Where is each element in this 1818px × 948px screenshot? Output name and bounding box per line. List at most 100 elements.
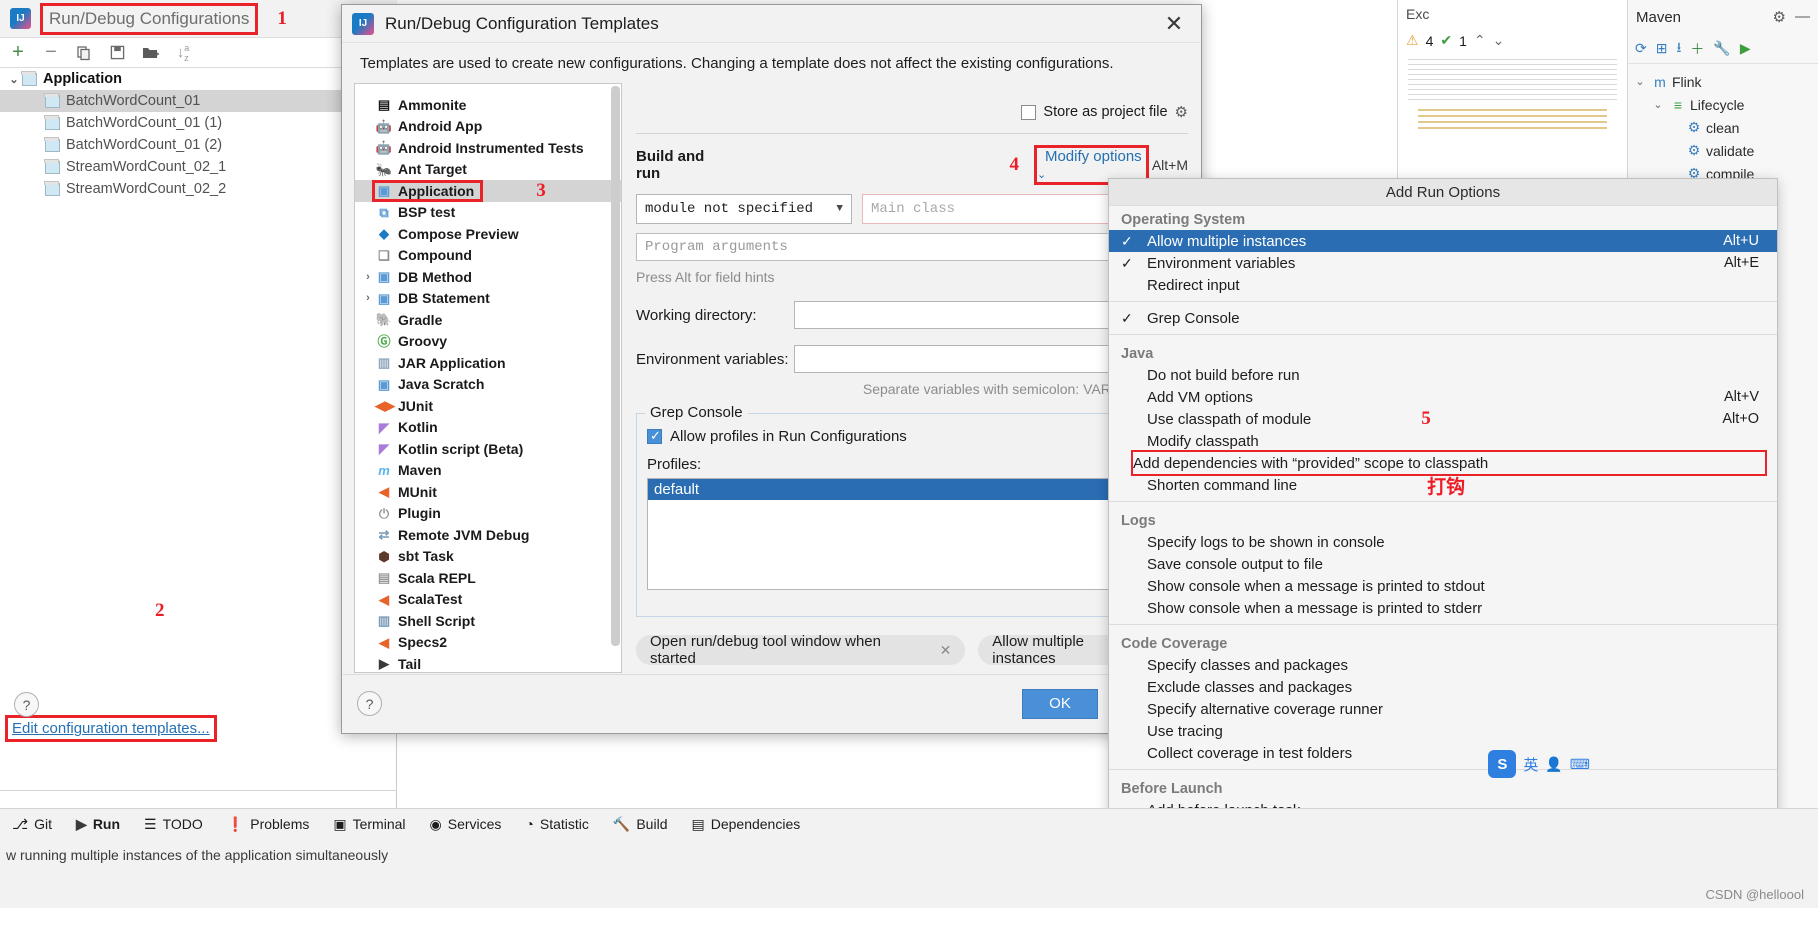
allow-profiles-checkbox[interactable] xyxy=(647,428,662,444)
tab-problems[interactable]: ❗ Problems xyxy=(215,809,322,839)
remove-icon[interactable]: − xyxy=(41,41,61,63)
template-item-compound[interactable]: ❏ Compound xyxy=(355,245,621,267)
option-specify-alternative-coverage-runner[interactable]: Specify alternative coverage runner xyxy=(1109,698,1777,720)
template-item-tail[interactable]: ▶ Tail xyxy=(355,653,621,672)
option-allow-multiple-instances[interactable]: ✓ Allow multiple instances Alt+U xyxy=(1109,230,1777,252)
tree-item-1[interactable]: BatchWordCount_01 (1) xyxy=(0,112,397,134)
option-do-not-build-before-run[interactable]: Do not build before run xyxy=(1109,364,1777,386)
template-item-application[interactable]: ▣ Application 3 xyxy=(355,179,621,202)
help-icon[interactable]: ? xyxy=(357,691,382,716)
tab-statistic[interactable]: ◔ Statistic xyxy=(513,809,600,839)
option-collect-coverage-test-folders[interactable]: Collect coverage in test folders xyxy=(1109,742,1777,764)
gear-icon[interactable]: ⚙ xyxy=(1175,103,1188,121)
option-save-console-output[interactable]: Save console output to file xyxy=(1109,553,1777,575)
template-item-junit[interactable]: ◀▶ JUnit xyxy=(355,395,621,417)
tab-run[interactable]: ▶ Run xyxy=(64,809,132,839)
configurations-tree[interactable]: ⌄ Application BatchWordCount_01 BatchWor… xyxy=(0,68,397,688)
ok-button[interactable]: OK xyxy=(1022,688,1098,719)
tool-window-tabs[interactable]: ⎇ Git ▶ Run ☰ TODO ❗ Problems ▣ Terminal ◉ Ser… xyxy=(0,809,1818,839)
ime-indicator[interactable]: S 英 👤 ⌨ xyxy=(1488,750,1590,778)
chip-open-run-debug-tool-window[interactable]: Open run/debug tool window when started … xyxy=(636,633,966,667)
rdc-toolbar[interactable]: + − ↓ a z xyxy=(0,38,397,68)
chevron-up-icon[interactable]: ⌃ xyxy=(1474,32,1486,49)
plus-icon[interactable]: ＋ xyxy=(1690,39,1704,59)
template-item-db-method[interactable]: › ▣ DB Method xyxy=(355,266,621,288)
template-item-ammonite[interactable]: ▤ Ammonite xyxy=(355,94,621,116)
template-item-compose-preview[interactable]: ◆ Compose Preview xyxy=(355,223,621,245)
sort-icon[interactable]: ↓ a z xyxy=(173,43,193,63)
template-item-munit[interactable]: ◀ MUnit xyxy=(355,481,621,503)
gear-icon[interactable]: ⚙ xyxy=(1773,8,1786,26)
tab-todo[interactable]: ☰ TODO xyxy=(132,809,215,839)
template-item-plugin[interactable]: ⏻ Plugin xyxy=(355,503,621,525)
option-exclude-classes-packages[interactable]: Exclude classes and packages xyxy=(1109,676,1777,698)
tree-item-2[interactable]: BatchWordCount_01 (2) xyxy=(0,134,397,156)
option-specify-classes-packages[interactable]: Specify classes and packages xyxy=(1109,654,1777,676)
tab-build[interactable]: 🔨 Build xyxy=(601,809,680,839)
chevron-down-icon[interactable]: ⌄ xyxy=(1650,98,1666,111)
option-use-tracing[interactable]: Use tracing xyxy=(1109,720,1777,742)
download-icon[interactable]: ⭳ xyxy=(1676,37,1681,61)
maven-node-lifecycle[interactable]: ⌄ ≡ Lifecycle xyxy=(1628,93,1818,116)
tab-dependencies[interactable]: ▤ Dependencies xyxy=(679,809,812,839)
option-redirect-input[interactable]: Redirect input xyxy=(1109,274,1777,296)
edit-configuration-templates-link[interactable]: Edit configuration templates... xyxy=(5,715,217,742)
template-item-db-statement[interactable]: › ▣ DB Statement xyxy=(355,288,621,310)
close-icon[interactable]: ✕ xyxy=(940,642,952,659)
template-item-android-app[interactable]: 🤖 Android App xyxy=(355,116,621,138)
store-as-project-file-checkbox[interactable] xyxy=(1021,104,1037,120)
tree-item-3[interactable]: StreamWordCount_02_1 xyxy=(0,156,397,178)
chevron-down-icon[interactable]: ⌄ xyxy=(1632,75,1648,88)
profiles-list[interactable]: default xyxy=(647,478,1177,590)
template-item-jar-application[interactable]: ▥ JAR Application xyxy=(355,352,621,374)
tab-services[interactable]: ◉ Services xyxy=(418,809,514,839)
folder-add-icon[interactable] xyxy=(140,43,160,63)
maven-goal-clean[interactable]: ⚙ clean xyxy=(1628,116,1818,139)
add-dependency-icon[interactable]: ⊞ xyxy=(1656,40,1668,57)
option-use-classpath-of-module[interactable]: Use classpath of module 5 Alt+O xyxy=(1109,408,1777,430)
option-show-console-stdout[interactable]: Show console when a message is printed t… xyxy=(1109,575,1777,597)
maven-goal-validate[interactable]: ⚙ validate xyxy=(1628,139,1818,162)
tree-item-0[interactable]: BatchWordCount_01 xyxy=(0,90,397,112)
template-item-groovy[interactable]: Ⓖ Groovy xyxy=(355,331,621,353)
template-item-scalatest[interactable]: ◀ ScalaTest xyxy=(355,589,621,611)
option-grep-console[interactable]: ✓ Grep Console xyxy=(1109,307,1777,329)
program-arguments-input[interactable]: Program arguments xyxy=(636,233,1188,261)
template-item-ant-target[interactable]: 🐜 Ant Target xyxy=(355,159,621,181)
allow-profiles-row[interactable]: Allow profiles in Run Configurations xyxy=(647,428,1177,445)
tab-terminal[interactable]: ▣ Terminal xyxy=(321,809,417,839)
template-item-sbt-task[interactable]: ⬢ sbt Task xyxy=(355,546,621,568)
tree-item-4[interactable]: StreamWordCount_02_2 xyxy=(0,178,397,200)
sogou-logo-icon[interactable]: S xyxy=(1488,750,1517,778)
option-shorten-command-line[interactable]: Shorten command line 打钩 xyxy=(1109,474,1777,498)
template-item-java-scratch[interactable]: ▣ Java Scratch xyxy=(355,374,621,396)
minimize-icon[interactable]: — xyxy=(1795,8,1810,26)
chevron-right-icon[interactable]: › xyxy=(361,292,375,304)
template-item-kotlin[interactable]: ◤ Kotlin xyxy=(355,417,621,439)
template-item-specs2[interactable]: ◀ Specs2 xyxy=(355,632,621,654)
chevron-down-icon[interactable]: ⌄ xyxy=(1493,32,1505,49)
save-icon[interactable] xyxy=(107,43,127,63)
template-item-kotlin-script[interactable]: ◤ Kotlin script (Beta) xyxy=(355,438,621,460)
tab-git[interactable]: ⎇ Git xyxy=(0,809,64,839)
option-environment-variables[interactable]: ✓ Environment variables Alt+E xyxy=(1109,252,1777,274)
template-item-maven[interactable]: m Maven xyxy=(355,460,621,482)
module-select[interactable]: module not specified ▼ xyxy=(636,194,852,224)
help-icon[interactable]: ? xyxy=(14,692,39,717)
ime-keyboard-icon[interactable]: ⌨ xyxy=(1570,756,1590,773)
tree-group-application[interactable]: ⌄ Application xyxy=(0,68,397,90)
maven-node-flink[interactable]: ⌄ m Flink xyxy=(1628,70,1818,93)
close-icon[interactable]: ✕ xyxy=(1157,11,1191,37)
store-as-project-file-row[interactable]: Store as project file ⚙ xyxy=(636,83,1188,121)
option-specify-logs[interactable]: Specify logs to be shown in console xyxy=(1109,531,1777,553)
templates-list[interactable]: ▤ Ammonite 🤖 Android App 🤖 Android Instrume… xyxy=(354,83,622,673)
templates-scrollbar[interactable] xyxy=(611,86,620,646)
template-item-remote-jvm-debug[interactable]: ⇄ Remote JVM Debug xyxy=(355,524,621,546)
maven-toolbar[interactable]: ⟳ ⊞ ⭳ ＋ 🔧 ▶ xyxy=(1628,34,1818,64)
template-item-android-instrumented-tests[interactable]: 🤖 Android Instrumented Tests xyxy=(355,137,621,159)
template-item-bsp-test[interactable]: ⧉ BSP test xyxy=(355,202,621,224)
option-show-console-stderr[interactable]: Show console when a message is printed t… xyxy=(1109,597,1777,619)
refresh-icon[interactable]: ⟳ xyxy=(1635,40,1647,57)
template-item-shell-script[interactable]: ▥ Shell Script xyxy=(355,610,621,632)
chevron-down-icon[interactable]: ⌄ xyxy=(6,73,22,86)
